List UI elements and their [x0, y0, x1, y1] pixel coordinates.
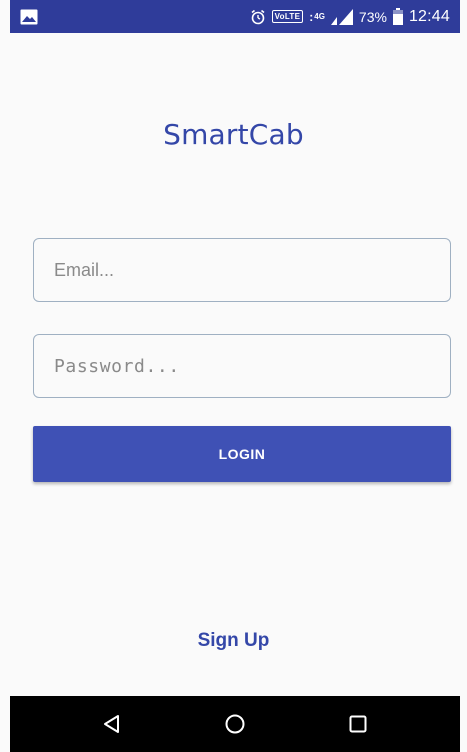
status-left [20, 9, 38, 25]
home-icon [224, 713, 246, 735]
login-button[interactable]: LOGIN [33, 426, 451, 482]
login-screen: VoLTE :4G 73% 12:44 SmartCab Email... LO… [0, 0, 467, 752]
status-right: VoLTE :4G 73% 12:44 [250, 8, 450, 26]
recents-icon [347, 713, 369, 735]
signal-icon [330, 8, 353, 25]
signup-link[interactable]: Sign Up [0, 630, 467, 652]
status-bar: VoLTE :4G 73% 12:44 [10, 0, 460, 33]
back-icon [101, 713, 123, 735]
clock: 12:44 [408, 7, 450, 25]
gallery-icon [20, 9, 38, 25]
nav-bar [10, 696, 460, 752]
back-button[interactable] [82, 696, 142, 752]
password-field[interactable] [33, 334, 451, 398]
alarm-icon [250, 9, 266, 25]
battery-percent: 73% [358, 8, 387, 25]
battery-icon [392, 8, 403, 25]
network-type: :4G [309, 9, 325, 24]
email-field[interactable] [33, 238, 451, 302]
home-button[interactable] [205, 696, 265, 752]
volte-badge: VoLTE [271, 10, 304, 23]
app-title: SmartCab [163, 118, 304, 151]
recents-button[interactable] [328, 696, 388, 752]
network-label: 4G [314, 12, 325, 21]
